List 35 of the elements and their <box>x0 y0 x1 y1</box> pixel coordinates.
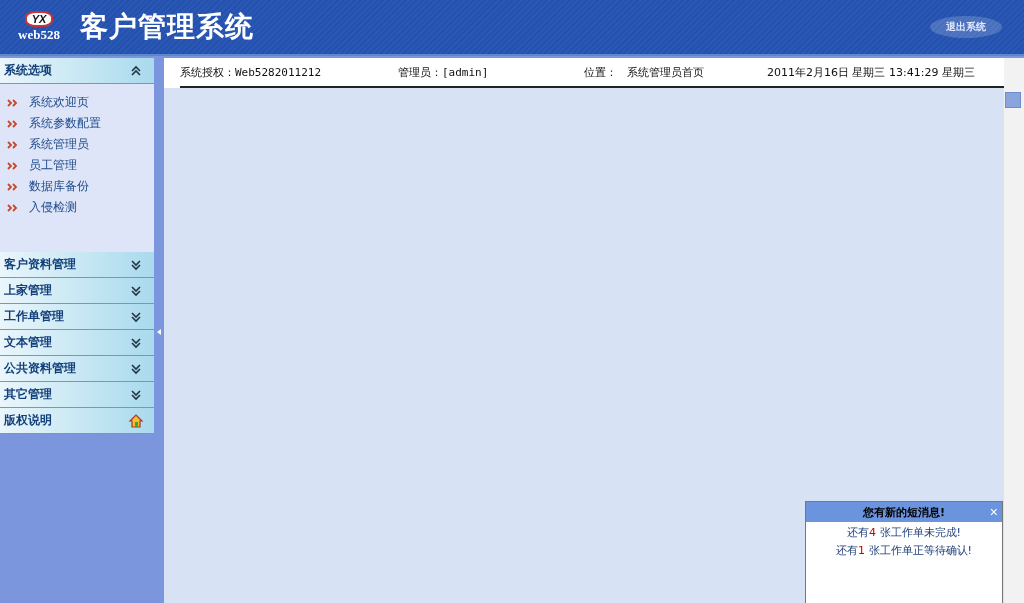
license-text: 系统授权：Web5282011212 <box>180 64 323 80</box>
app-title: 客户管理系统 <box>80 9 254 45</box>
popup-message: 还有1 张工作单正等待确认! <box>835 543 973 558</box>
popup-title: 您有新的短消息! <box>863 504 945 520</box>
double-arrow-icon <box>7 203 19 212</box>
datetime-text: 2011年2月16日 星期三 13:41:29 星期三 <box>767 64 975 80</box>
collapse-arrow-icon[interactable] <box>157 328 161 335</box>
double-arrow-icon <box>7 161 19 170</box>
sidebar-section-header[interactable]: 工作单管理 <box>0 304 154 330</box>
sidebar-link[interactable]: 数据库备份 <box>29 178 89 195</box>
double-arrow-icon <box>7 98 19 107</box>
sidebar-link[interactable]: 入侵检测 <box>29 199 77 216</box>
sidebar-section-header[interactable]: 版权说明 <box>0 408 154 434</box>
logo-text: web528 <box>18 27 60 43</box>
sidebar-section-header[interactable]: 文本管理 <box>0 330 154 356</box>
sidebar-link[interactable]: 系统管理员 <box>29 136 89 153</box>
logo-mark: YX <box>24 11 54 27</box>
sidebar-section-header[interactable]: 公共资料管理 <box>0 356 154 382</box>
logout-button[interactable]: 退出系统 <box>930 16 1002 38</box>
sidebar-section-header[interactable]: 上家管理 <box>0 278 154 304</box>
admin-text: 管理员：[admin] <box>398 64 490 80</box>
double-arrow-icon <box>7 182 19 191</box>
home-icon[interactable] <box>128 412 144 429</box>
location-label: 位置： <box>584 64 617 80</box>
double-arrow-icon <box>7 119 19 128</box>
sidebar-link[interactable]: 系统参数配置 <box>29 115 101 132</box>
sidebar-link[interactable]: 员工管理 <box>29 157 77 174</box>
scrollbar[interactable] <box>1004 58 1024 603</box>
location-text: 系统管理员首页 <box>627 64 705 80</box>
sidebar-link[interactable]: 系统欢迎页 <box>29 94 89 111</box>
popup-message: 还有4 张工作单未完成! <box>846 525 962 540</box>
sidebar-section-header[interactable]: 其它管理 <box>0 382 154 408</box>
double-arrow-icon <box>7 140 19 149</box>
sidebar-section-header[interactable]: 系统选项 <box>0 58 154 84</box>
sidebar-section-header[interactable]: 客户资料管理 <box>0 252 154 278</box>
